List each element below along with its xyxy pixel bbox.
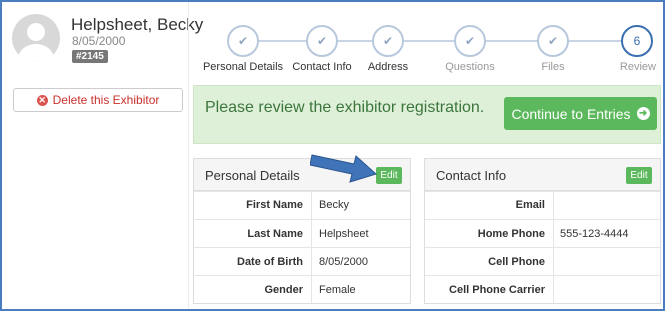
exhibitor-id-badge: #2145 xyxy=(72,50,108,63)
step-number: 6 xyxy=(633,34,641,48)
row-label: Home Phone xyxy=(477,228,545,240)
avatar xyxy=(12,14,60,62)
exhibitor-dob: 8/05/2000 xyxy=(72,34,126,48)
row-value: Helpsheet xyxy=(319,228,369,240)
contact-info-panel: Contact Info Edit Email Home Phone 555-1… xyxy=(424,158,661,304)
step-contact-info[interactable]: ✔ xyxy=(306,25,338,57)
row-value: Female xyxy=(319,284,356,296)
row-label: Date of Birth xyxy=(237,256,303,268)
check-icon: ✔ xyxy=(547,34,559,48)
row-label: Cell Phone xyxy=(488,256,545,268)
step-label-address: Address xyxy=(367,61,409,73)
step-label-personal-details: Personal Details xyxy=(202,61,284,73)
exhibitor-name: Helpsheet, Becky xyxy=(71,15,204,34)
remove-circle-icon: ✕ xyxy=(36,94,48,106)
row-label: Gender xyxy=(264,284,303,296)
row-value: Becky xyxy=(319,199,349,211)
step-questions[interactable]: ✔ xyxy=(454,25,486,57)
panel-title: Contact Info xyxy=(436,168,507,183)
row-label: First Name xyxy=(246,199,303,211)
check-icon: ✔ xyxy=(316,34,328,48)
check-icon: ✔ xyxy=(382,34,394,48)
row-label: Last Name xyxy=(247,228,303,240)
personal-details-panel: Personal Details Edit First Name Becky L… xyxy=(193,158,411,304)
delete-exhibitor-button[interactable]: ✕ Delete this Exhibitor xyxy=(13,88,183,112)
review-alert-text: Please review the exhibitor registration… xyxy=(205,99,485,116)
step-label-review: Review xyxy=(619,61,656,73)
row-label: Cell Phone Carrier xyxy=(449,284,545,296)
continue-label: Continue to Entries xyxy=(511,105,631,122)
row-value: 555-123-4444 xyxy=(560,228,629,240)
row-label: Email xyxy=(515,199,545,211)
check-icon: ✔ xyxy=(464,34,476,48)
row-value: 8/05/2000 xyxy=(319,256,368,268)
step-address[interactable]: ✔ xyxy=(372,25,404,57)
stepper-track xyxy=(240,40,638,42)
continue-to-entries-button[interactable]: Continue to Entries ➜ xyxy=(504,97,657,130)
step-files[interactable]: ✔ xyxy=(537,25,569,57)
edit-personal-details-button[interactable]: Edit xyxy=(376,167,402,184)
step-personal-details[interactable]: ✔ xyxy=(227,25,259,57)
arrow-right-circle-icon: ➜ xyxy=(636,107,650,120)
delete-exhibitor-label: Delete this Exhibitor xyxy=(52,93,160,107)
step-label-questions: Questions xyxy=(445,61,495,73)
edit-contact-info-button[interactable]: Edit xyxy=(626,167,652,184)
panel-title: Personal Details xyxy=(205,168,300,183)
check-icon: ✔ xyxy=(237,34,249,48)
sidebar-divider xyxy=(188,2,189,309)
annotation-arrow-icon xyxy=(310,154,377,183)
step-review[interactable]: 6 xyxy=(621,25,653,57)
